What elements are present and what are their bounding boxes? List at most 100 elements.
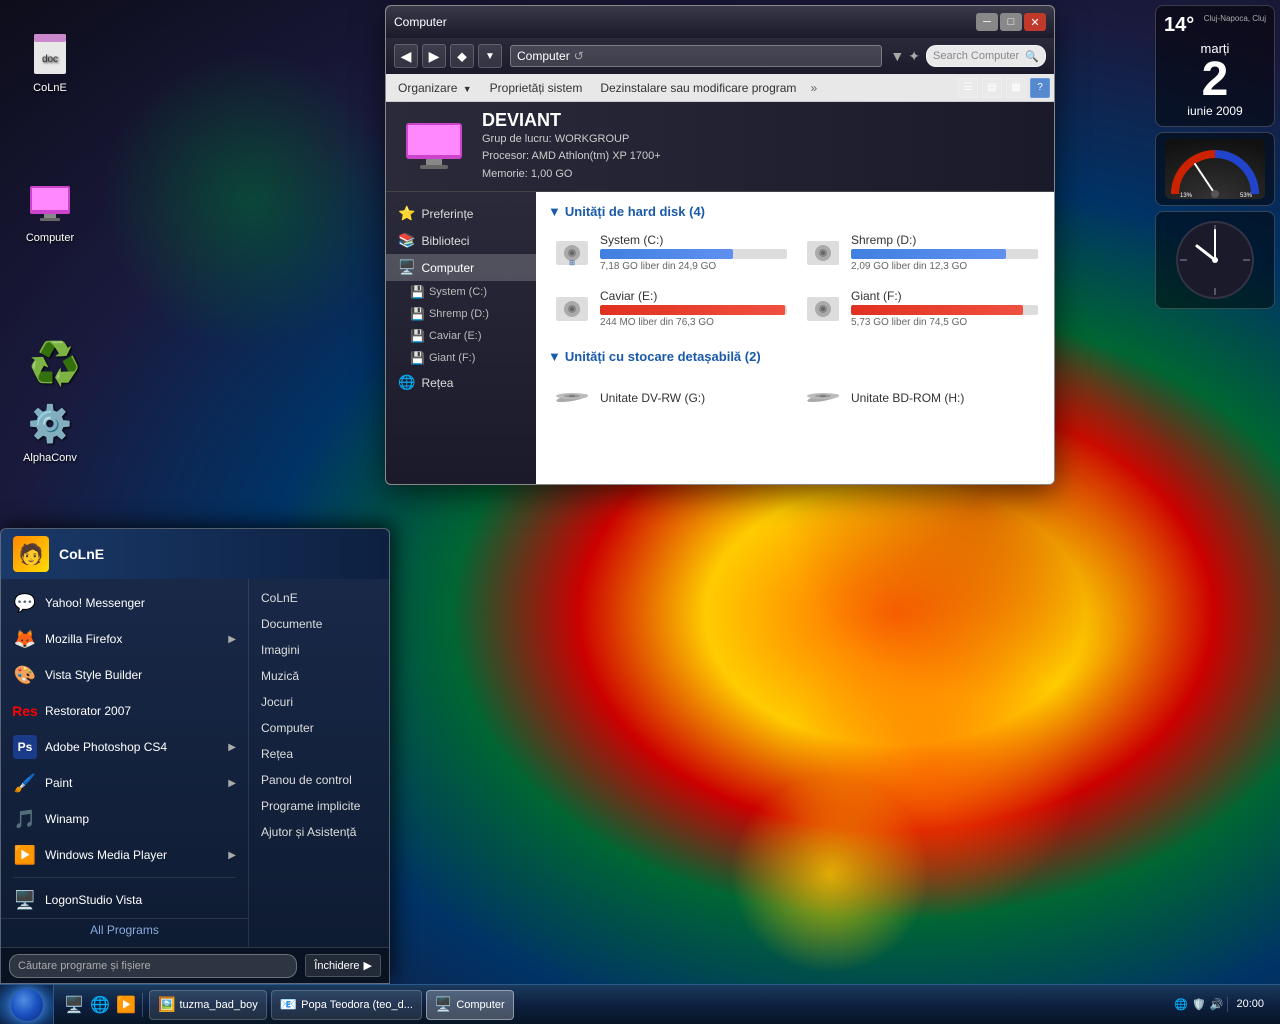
start-menu: 🧑 CoLnE 💬 Yahoo! Messenger 🦊 Mozilla Fir… bbox=[0, 528, 390, 984]
desktop-icon-recycle[interactable]: ♻️ bbox=[15, 340, 95, 392]
view-tiles-btn[interactable]: ▦ bbox=[1006, 78, 1026, 98]
view-list-btn[interactable]: ☰ bbox=[958, 78, 978, 98]
removable-bdrom[interactable]: Unitate BD-ROM (H:) bbox=[799, 374, 1042, 422]
day-number: 2 bbox=[1164, 56, 1266, 104]
taskbar-item-popa[interactable]: 📧 Popa Teodora (teo_d... bbox=[271, 990, 422, 1020]
temperature: 14° bbox=[1164, 14, 1194, 37]
view-details-btn[interactable]: ▤ bbox=[982, 78, 1002, 98]
vista-style-label: Vista Style Builder bbox=[45, 668, 142, 682]
right-computer-label: Computer bbox=[261, 721, 314, 735]
sm-right-imagini[interactable]: Imagini bbox=[249, 637, 389, 663]
quick-icon-1[interactable]: 🖥️ bbox=[62, 993, 86, 1017]
firefox-arrow: ▶ bbox=[228, 634, 236, 645]
sm-right-ajutor[interactable]: Ajutor și Asistență bbox=[249, 819, 389, 845]
sm-restorator[interactable]: Res Restorator 2007 bbox=[1, 693, 248, 729]
menu-system-props[interactable]: Proprietăți sistem bbox=[482, 77, 591, 99]
sidebar-favorites[interactable]: ⭐ Preferințe bbox=[386, 200, 536, 227]
taskbar-item-tuzma[interactable]: 🖼️ tuzma_bad_boy bbox=[149, 990, 267, 1020]
sm-right-colne[interactable]: CoLnE bbox=[249, 585, 389, 611]
sm-right-muzica[interactable]: Muzică bbox=[249, 663, 389, 689]
quick-icon-2[interactable]: 🌐 bbox=[88, 993, 112, 1017]
shutdown-button[interactable]: Închidere ▶ bbox=[305, 954, 381, 977]
sm-photoshop[interactable]: Ps Adobe Photoshop CS4 ▶ bbox=[1, 729, 248, 765]
drive-c-icon: 💾 bbox=[410, 285, 425, 299]
address-bar[interactable]: Computer ↺ bbox=[510, 45, 882, 67]
sm-logonstudio[interactable]: 🖥️ LogonStudio Vista bbox=[1, 882, 248, 918]
quick-icon-3[interactable]: ▶️ bbox=[114, 993, 138, 1017]
sm-right-retea[interactable]: Rețea bbox=[249, 741, 389, 767]
desktop-icon-computer[interactable]: Computer bbox=[10, 180, 90, 244]
restorator-icon: Res bbox=[13, 699, 37, 723]
sidebar-caviar-e[interactable]: 💾 Caviar (E:) bbox=[386, 325, 536, 347]
recent-button[interactable]: ⬥ bbox=[450, 44, 474, 68]
menu-uninstall[interactable]: Dezinstalare sau modificare program bbox=[592, 77, 804, 99]
computer-desktop-icon bbox=[26, 180, 74, 228]
libraries-label: Biblioteci bbox=[421, 234, 469, 248]
sm-firefox[interactable]: 🦊 Mozilla Firefox ▶ bbox=[1, 621, 248, 657]
sidebar-shremp-d[interactable]: 💾 Shremp (D:) bbox=[386, 303, 536, 325]
removable-section-header[interactable]: ▼ Unități cu stocare detașabilă (2) bbox=[548, 349, 1042, 364]
start-button[interactable] bbox=[0, 985, 54, 1024]
close-button[interactable]: ✕ bbox=[1024, 13, 1046, 31]
winamp-label: Winamp bbox=[45, 812, 89, 826]
tray-network-icon[interactable]: 🌐 bbox=[1174, 998, 1188, 1011]
sm-paint[interactable]: 🖌️ Paint ▶ bbox=[1, 765, 248, 801]
user-avatar: 🧑 bbox=[13, 536, 49, 572]
window-menubar: Organizare ▼ Proprietăți sistem Dezinsta… bbox=[386, 74, 1054, 102]
uninstall-label: Dezinstalare sau modificare program bbox=[600, 81, 796, 95]
desktop-icon-colne[interactable]: doc CoLnE bbox=[10, 30, 90, 94]
tray-volume-icon[interactable]: 🔊 bbox=[1210, 998, 1224, 1011]
removable-dvdrw[interactable]: Unitate DV-RW (G:) bbox=[548, 374, 791, 422]
drive-system-c[interactable]: ⊞ System (C:) 7,18 GO liber din 24,9 GO bbox=[548, 229, 791, 277]
maximize-button[interactable]: □ bbox=[1000, 13, 1022, 31]
minimize-button[interactable]: ─ bbox=[976, 13, 998, 31]
photoshop-arrow: ▶ bbox=[228, 742, 236, 753]
sm-right-programe[interactable]: Programe implicite bbox=[249, 793, 389, 819]
desktop-icon-alphaconv[interactable]: ⚙️ AlphaConv bbox=[10, 400, 90, 464]
yahoo-icon: 💬 bbox=[13, 591, 37, 615]
forward-button[interactable]: ▶ bbox=[422, 44, 446, 68]
drive-f-bar-container bbox=[851, 305, 1038, 315]
tray-security-icon[interactable]: 🛡️ bbox=[1192, 998, 1206, 1011]
sidebar-giant-f[interactable]: 💾 Giant (F:) bbox=[386, 347, 536, 369]
drive-e-info: Caviar (E:) 244 MO liber din 76,3 GO bbox=[600, 289, 787, 328]
address-refresh: ↺ bbox=[574, 49, 584, 63]
sm-right-documente[interactable]: Documente bbox=[249, 611, 389, 637]
sidebar-system-c[interactable]: 💾 System (C:) bbox=[386, 281, 536, 303]
drive-f-label: Giant (F:) bbox=[429, 352, 475, 364]
sm-wmp[interactable]: ▶️ Windows Media Player ▶ bbox=[1, 837, 248, 873]
drive-shremp-d[interactable]: Shremp (D:) 2,09 GO liber din 12,3 GO bbox=[799, 229, 1042, 277]
hdd-section-header[interactable]: ▼ Unități de hard disk (4) bbox=[548, 204, 1042, 219]
paint-icon: 🖌️ bbox=[13, 771, 37, 795]
search-programs-box[interactable]: Căutare programe și fișiere bbox=[9, 954, 297, 978]
sm-winamp[interactable]: 🎵 Winamp bbox=[1, 801, 248, 837]
sm-right-panou[interactable]: Panou de control bbox=[249, 767, 389, 793]
wmp-label: Windows Media Player bbox=[45, 848, 167, 862]
drive-d-name: Shremp (D:) bbox=[851, 233, 1038, 247]
sidebar-network[interactable]: 🌐 Rețea bbox=[386, 369, 536, 396]
all-programs-button[interactable]: All Programs bbox=[1, 918, 248, 941]
restorator-label: Restorator 2007 bbox=[45, 704, 131, 718]
sm-right-jocuri[interactable]: Jocuri bbox=[249, 689, 389, 715]
menu-organize[interactable]: Organizare ▼ bbox=[390, 77, 480, 99]
arrow-down-button[interactable]: ▼ bbox=[478, 44, 502, 68]
sidebar-computer[interactable]: 🖥️ Computer bbox=[386, 254, 536, 281]
sm-right-computer[interactable]: Computer bbox=[249, 715, 389, 741]
dropdown-arrow: ▼ bbox=[890, 48, 904, 64]
network-label: Rețea bbox=[421, 376, 453, 390]
drive-e-name: Caviar (E:) bbox=[600, 289, 787, 303]
help-btn[interactable]: ? bbox=[1030, 78, 1050, 98]
taskbar-item-computer[interactable]: 🖥️ Computer bbox=[426, 990, 514, 1020]
drive-caviar-e[interactable]: Caviar (E:) 244 MO liber din 76,3 GO bbox=[548, 285, 791, 333]
search-bar[interactable]: Search Computer 🔍 bbox=[926, 45, 1046, 67]
favorites-icon: ⭐ bbox=[398, 205, 415, 222]
tuzma-icon: 🖼️ bbox=[158, 996, 175, 1013]
sidebar-libraries[interactable]: 📚 Biblioteci bbox=[386, 227, 536, 254]
sm-yahoo-messenger[interactable]: 💬 Yahoo! Messenger bbox=[1, 585, 248, 621]
collapse-removable-icon: ▼ bbox=[548, 349, 561, 364]
organize-arrow: ▼ bbox=[463, 84, 472, 94]
back-button[interactable]: ◀ bbox=[394, 44, 418, 68]
sm-vista-style[interactable]: 🎨 Vista Style Builder bbox=[1, 657, 248, 693]
drive-giant-f[interactable]: Giant (F:) 5,73 GO liber din 74,5 GO bbox=[799, 285, 1042, 333]
network-icon: 🌐 bbox=[398, 374, 415, 391]
